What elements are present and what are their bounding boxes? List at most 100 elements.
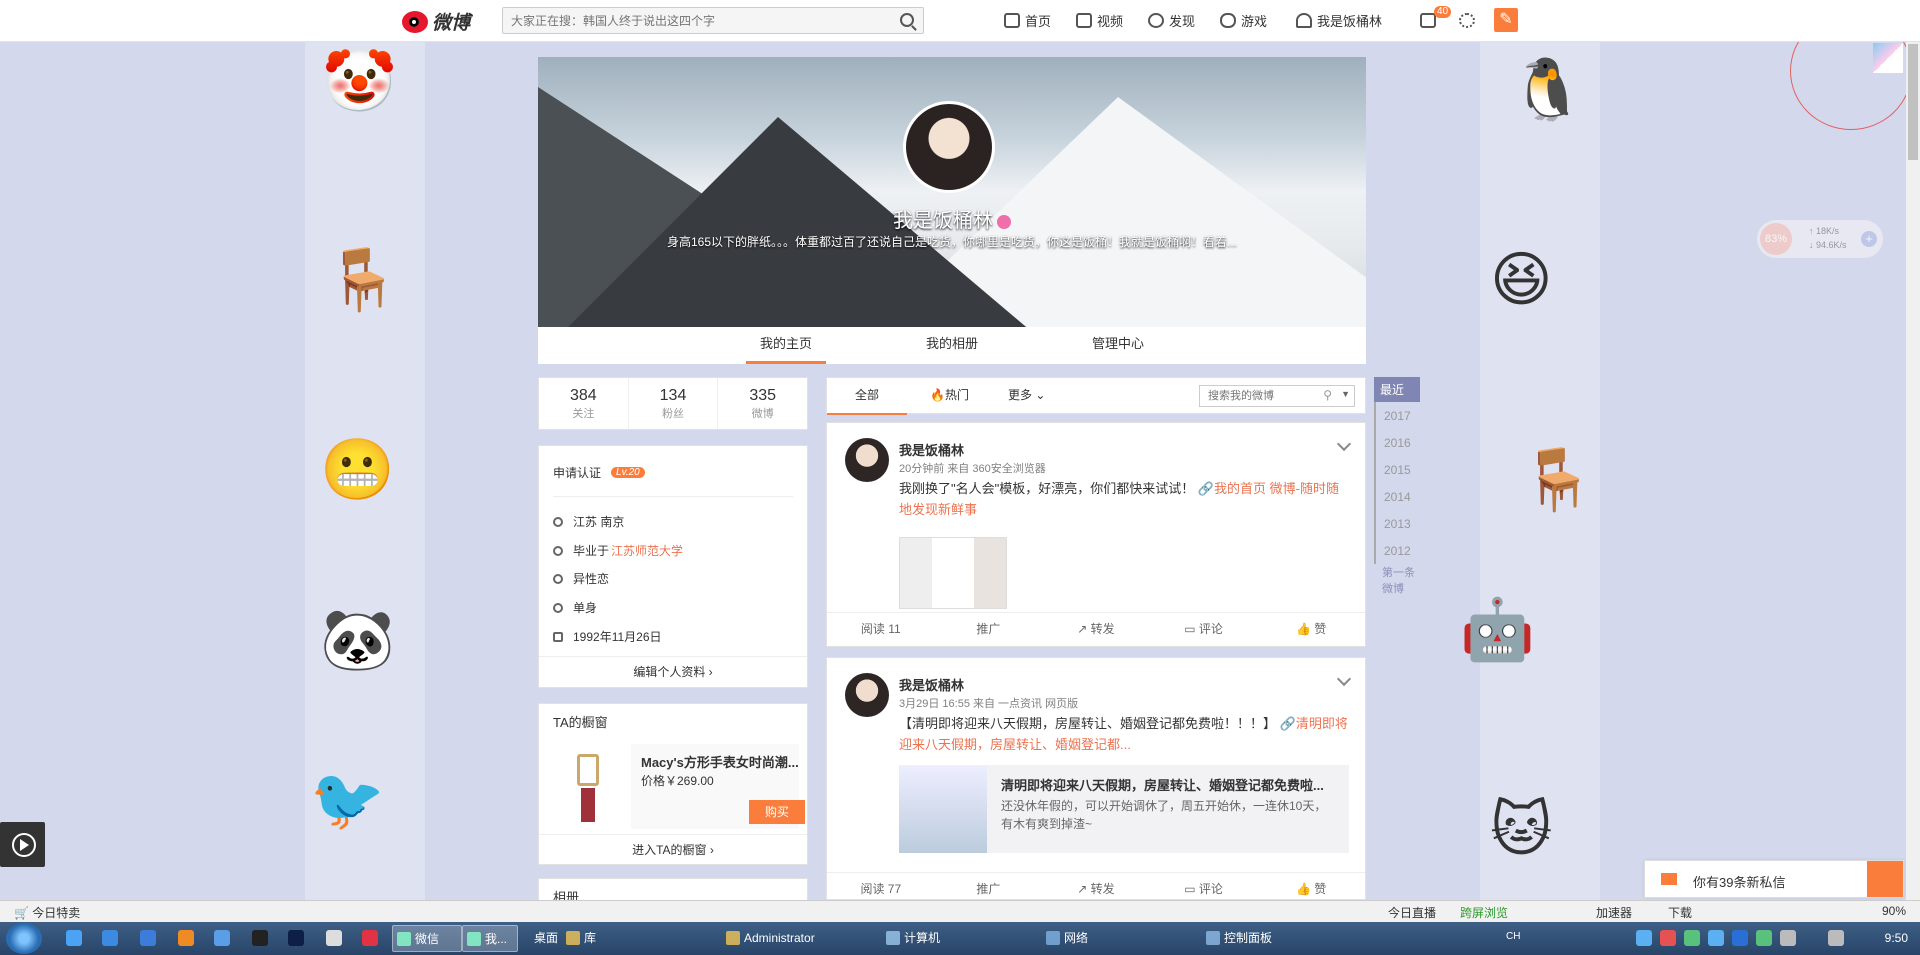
- tray-icon[interactable]: [1684, 930, 1700, 946]
- year-item[interactable]: 2017: [1374, 402, 1420, 429]
- year-item[interactable]: 2015: [1374, 456, 1420, 483]
- product-name[interactable]: Macy's方形手表女时尚潮...: [641, 752, 799, 771]
- year-item[interactable]: 2012: [1374, 537, 1420, 564]
- app-icon[interactable]: [362, 930, 378, 946]
- stat-following[interactable]: 384 关注: [539, 378, 629, 429]
- weibo-logo[interactable]: 微博: [402, 8, 470, 35]
- taskbar-clock[interactable]: 9:50: [1885, 931, 1908, 945]
- profile-avatar[interactable]: [903, 101, 995, 193]
- first-post-link[interactable]: 第一条微博: [1374, 564, 1420, 596]
- tray-icon[interactable]: [1780, 930, 1796, 946]
- link-preview-card[interactable]: 清明即将迎来八天假期，房屋转让、婚姻登记都免费啦... 还没休年假的，可以开始调…: [899, 765, 1349, 853]
- school-link[interactable]: 江苏师范大学: [611, 542, 683, 559]
- app-icon[interactable]: [214, 930, 230, 946]
- edit-profile-link[interactable]: 编辑个人资料 ›: [539, 656, 807, 687]
- private-message-notice[interactable]: 你有39条新私信: [1644, 860, 1904, 898]
- taskbar-network[interactable]: 网络: [1042, 925, 1088, 952]
- widget-plus-icon[interactable]: +: [1861, 231, 1877, 247]
- feed-search-input[interactable]: [1200, 386, 1320, 406]
- year-item[interactable]: 2013: [1374, 510, 1420, 537]
- feed-search-icon[interactable]: ⚲: [1323, 388, 1332, 402]
- app-icon[interactable]: [178, 930, 194, 946]
- tab-management[interactable]: 管理中心: [1035, 327, 1201, 364]
- compose-button[interactable]: ✎: [1494, 8, 1518, 32]
- post-time[interactable]: 20分钟前 来自 360安全浏览器: [899, 460, 1046, 476]
- accelerator-link[interactable]: 加速器: [1596, 904, 1632, 921]
- taskbar-browser[interactable]: 我...: [462, 925, 518, 952]
- level-badge[interactable]: Lv.20: [611, 467, 645, 478]
- showcase-product[interactable]: Macy's方形手表女时尚潮... 价格￥269.00 购买: [549, 744, 805, 829]
- product-image[interactable]: [549, 744, 631, 829]
- feed-search-dropdown-icon[interactable]: ▼: [1341, 389, 1350, 399]
- nav-video[interactable]: 视频: [1076, 0, 1123, 40]
- tray-icon[interactable]: [1732, 930, 1748, 946]
- chat-bubble-icon[interactable]: [1867, 861, 1903, 897]
- tray-icon[interactable]: [1636, 930, 1652, 946]
- qq-icon[interactable]: [252, 930, 268, 946]
- apply-verification-link[interactable]: 申请认证: [553, 464, 601, 481]
- post-image-thumbnail[interactable]: [899, 537, 1007, 609]
- browser-icon[interactable]: [140, 930, 156, 946]
- start-button[interactable]: [6, 923, 42, 954]
- post-avatar[interactable]: [845, 438, 889, 482]
- post-menu-chevron-icon[interactable]: [1336, 436, 1352, 452]
- post-menu-chevron-icon[interactable]: [1336, 671, 1352, 687]
- stat-followers[interactable]: 134 粉丝: [629, 378, 719, 429]
- nav-settings[interactable]: [1459, 0, 1475, 40]
- feed-tab-more[interactable]: 更多 ⌄: [1008, 378, 1045, 415]
- nav-messages[interactable]: 40: [1420, 0, 1452, 40]
- taskbar-control-panel[interactable]: 控制面板: [1202, 925, 1272, 952]
- taskbar-desktop[interactable]: 桌面: [520, 925, 558, 952]
- tab-my-albums[interactable]: 我的相册: [869, 327, 1035, 364]
- stat-posts[interactable]: 335 微博: [718, 378, 807, 429]
- cross-screen-link[interactable]: 跨屏浏览: [1460, 904, 1508, 921]
- today-sale-link[interactable]: 🛒 今日特卖: [14, 904, 80, 921]
- downloads-link[interactable]: 下载: [1668, 904, 1692, 921]
- like-button[interactable]: 👍 赞: [1257, 613, 1365, 646]
- feed-tab-hot[interactable]: 🔥热门: [930, 378, 969, 415]
- scrollbar-thumb[interactable]: [1908, 44, 1918, 160]
- taskbar-wechat[interactable]: 微信: [392, 925, 462, 952]
- zoom-level[interactable]: 90%: [1882, 904, 1906, 918]
- ie-icon[interactable]: [102, 930, 118, 946]
- taskbar-administrator[interactable]: Administrator: [722, 925, 815, 952]
- comment-button[interactable]: ▭ 评论: [1150, 613, 1258, 646]
- video-play-button[interactable]: [0, 822, 45, 867]
- year-item[interactable]: 2016: [1374, 429, 1420, 456]
- quicklaunch-icon[interactable]: [66, 930, 82, 946]
- network-speed-widget[interactable]: 83% ↑ 18K/s ↓ 94.6K/s +: [1757, 220, 1883, 258]
- volume-icon[interactable]: [1828, 930, 1844, 946]
- taskbar-library[interactable]: 库: [562, 925, 596, 952]
- input-language[interactable]: CH: [1506, 931, 1520, 942]
- tray-icon[interactable]: [1708, 930, 1724, 946]
- search-icon[interactable]: [900, 13, 914, 27]
- post-avatar[interactable]: [845, 673, 889, 717]
- post-author[interactable]: 我是饭桶林: [899, 675, 964, 694]
- post-author[interactable]: 我是饭桶林: [899, 440, 964, 459]
- tray-icon[interactable]: [1756, 930, 1772, 946]
- tray-icon[interactable]: [1660, 930, 1676, 946]
- taskbar-computer[interactable]: 计算机: [882, 925, 940, 952]
- nav-home[interactable]: 首页: [1004, 0, 1051, 40]
- buy-button[interactable]: 购买: [749, 800, 805, 824]
- profile-name-text: 我是饭桶林: [893, 210, 993, 232]
- comment-icon: ▭: [1184, 622, 1199, 636]
- app-icon[interactable]: [326, 930, 342, 946]
- promote-button[interactable]: 推广: [935, 613, 1043, 646]
- year-item[interactable]: 2014: [1374, 483, 1420, 510]
- feed-tab-all[interactable]: 全部: [827, 378, 907, 415]
- tab-my-home[interactable]: 我的主页: [746, 327, 826, 364]
- enter-showcase-link[interactable]: 进入TA的橱窗 ›: [539, 834, 807, 864]
- post-time[interactable]: 3月29日 16:55 来自 一点资讯 网页版: [899, 695, 1078, 711]
- vip-badge-icon[interactable]: [997, 214, 1011, 229]
- nav-discover[interactable]: 发现: [1148, 0, 1195, 40]
- live-today-link[interactable]: 今日直播: [1388, 904, 1436, 921]
- nav-games[interactable]: 游戏: [1220, 0, 1267, 40]
- repost-button[interactable]: ↗ 转发: [1042, 613, 1150, 646]
- vertical-scrollbar[interactable]: [1906, 42, 1920, 900]
- year-recent[interactable]: 最近: [1374, 377, 1420, 402]
- global-search-input[interactable]: [503, 8, 883, 33]
- nav-profile[interactable]: 我是饭桶林: [1296, 0, 1382, 40]
- photoshop-icon[interactable]: [288, 930, 304, 946]
- cartoon-figure-4: 🐦: [310, 766, 385, 833]
